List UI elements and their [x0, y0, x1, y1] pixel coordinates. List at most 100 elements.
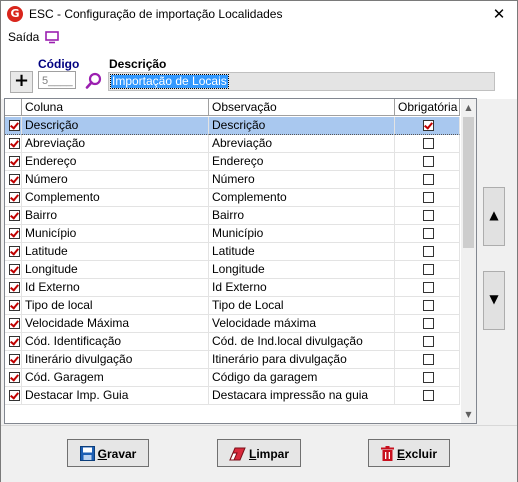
coluna-cell[interactable]: Velocidade Máxima	[22, 315, 209, 333]
row-include-checkbox[interactable]	[9, 192, 20, 203]
row-include-checkbox[interactable]	[9, 138, 20, 149]
table-row[interactable]: Tipo de local Tipo de Local	[5, 297, 460, 315]
coluna-cell[interactable]: Latitude	[22, 243, 209, 261]
observacao-cell[interactable]: Endereço	[209, 153, 395, 171]
row-include-checkbox[interactable]	[9, 354, 20, 365]
excluir-button[interactable]: Excluir	[368, 439, 450, 467]
coluna-cell[interactable]: Endereço	[22, 153, 209, 171]
obrigatoria-checkbox[interactable]	[423, 390, 434, 401]
obrigatoria-checkbox[interactable]	[423, 336, 434, 347]
table-row[interactable]: Latitude Latitude	[5, 243, 460, 261]
row-include-checkbox[interactable]	[9, 156, 20, 167]
obrigatoria-checkbox[interactable]	[423, 138, 434, 149]
observacao-cell[interactable]: Código da garagem	[209, 369, 395, 387]
row-include-checkbox[interactable]	[9, 282, 20, 293]
add-button[interactable]: +	[10, 71, 33, 93]
table-row[interactable]: Cód. Garagem Código da garagem	[5, 369, 460, 387]
observacao-cell[interactable]: Latitude	[209, 243, 395, 261]
table-row[interactable]: Id Externo Id Externo	[5, 279, 460, 297]
coluna-cell[interactable]: Cód. Garagem	[22, 369, 209, 387]
observacao-cell[interactable]: Descrição	[209, 117, 395, 135]
move-down-button[interactable]: ▼	[483, 271, 505, 330]
observacao-cell[interactable]: Cód. de Ind.local divulgação	[209, 333, 395, 351]
coluna-cell[interactable]: Id Externo	[22, 279, 209, 297]
observacao-cell[interactable]: Complemento	[209, 189, 395, 207]
scroll-thumb[interactable]	[463, 117, 474, 248]
coluna-cell[interactable]: Complemento	[22, 189, 209, 207]
row-include-checkbox[interactable]	[9, 246, 20, 257]
table-row[interactable]: Município Município	[5, 225, 460, 243]
coluna-cell[interactable]: Município	[22, 225, 209, 243]
row-include-checkbox[interactable]	[9, 210, 20, 221]
observacao-cell[interactable]: Velocidade máxima	[209, 315, 395, 333]
table-row[interactable]: Destacar Imp. Guia Destacara impressão na…	[5, 387, 460, 405]
table-row[interactable]: Descrição Descrição	[5, 117, 460, 135]
table-row[interactable]: Longitude Longitude	[5, 261, 460, 279]
obrigatoria-checkbox[interactable]	[423, 246, 434, 257]
gravar-label: Gravar	[98, 447, 137, 461]
menu-saida[interactable]: Saída	[8, 30, 39, 44]
table-row[interactable]: Complemento Complemento	[5, 189, 460, 207]
obrigatoria-checkbox[interactable]	[423, 228, 434, 239]
obrigatoria-checkbox[interactable]	[423, 318, 434, 329]
obrigatoria-checkbox[interactable]	[423, 300, 434, 311]
obrigatoria-checkbox[interactable]	[423, 282, 434, 293]
row-include-checkbox[interactable]	[9, 264, 20, 275]
row-include-checkbox[interactable]	[9, 174, 20, 185]
scroll-up-arrow-icon[interactable]: ▲	[461, 99, 476, 116]
coluna-cell[interactable]: Destacar Imp. Guia	[22, 387, 209, 405]
observacao-cell[interactable]: Abreviação	[209, 135, 395, 153]
search-icon[interactable]	[85, 72, 103, 90]
codigo-input[interactable]: 5____	[38, 71, 76, 89]
row-include-checkbox[interactable]	[9, 228, 20, 239]
row-include-checkbox[interactable]	[9, 372, 20, 383]
observacao-cell[interactable]: Bairro	[209, 207, 395, 225]
observacao-cell[interactable]: Número	[209, 171, 395, 189]
observacao-cell[interactable]: Longitude	[209, 261, 395, 279]
header-coluna[interactable]: Coluna	[22, 99, 209, 116]
coluna-cell[interactable]: Longitude	[22, 261, 209, 279]
table-row[interactable]: Itinerário divulgação Itinerário para div…	[5, 351, 460, 369]
close-button[interactable]: ✕	[481, 1, 517, 27]
obrigatoria-checkbox[interactable]	[423, 210, 434, 221]
table-row[interactable]: Bairro Bairro	[5, 207, 460, 225]
monitor-icon[interactable]	[45, 30, 59, 44]
obrigatoria-checkbox[interactable]	[423, 156, 434, 167]
gravar-button[interactable]: Gravar	[67, 439, 149, 467]
table-row[interactable]: Abreviação Abreviação	[5, 135, 460, 153]
scroll-down-arrow-icon[interactable]: ▼	[461, 406, 476, 423]
coluna-cell[interactable]: Número	[22, 171, 209, 189]
coluna-cell[interactable]: Abreviação	[22, 135, 209, 153]
descricao-input[interactable]: Importação de Locais	[108, 72, 495, 91]
table-row[interactable]: Velocidade Máxima Velocidade máxima	[5, 315, 460, 333]
table-row[interactable]: Número Número	[5, 171, 460, 189]
row-include-checkbox[interactable]	[9, 336, 20, 347]
vertical-scrollbar[interactable]: ▲ ▼	[461, 99, 476, 423]
header-observacao[interactable]: Observação	[209, 99, 395, 116]
coluna-cell[interactable]: Tipo de local	[22, 297, 209, 315]
coluna-cell[interactable]: Cód. Identificação	[22, 333, 209, 351]
observacao-cell[interactable]: Destacara impressão na guia	[209, 387, 395, 405]
header-obrigatoria[interactable]: Obrigatória	[395, 99, 460, 116]
coluna-cell[interactable]: Descrição	[22, 117, 209, 135]
observacao-cell[interactable]: Id Externo	[209, 279, 395, 297]
move-up-button[interactable]: ▲	[483, 187, 505, 246]
table-row[interactable]: Cód. Identificação Cód. de Ind.local divu…	[5, 333, 460, 351]
limpar-button[interactable]: Limpar	[217, 439, 301, 467]
obrigatoria-checkbox[interactable]	[423, 354, 434, 365]
row-include-checkbox[interactable]	[9, 120, 20, 131]
row-include-checkbox[interactable]	[9, 390, 20, 401]
table-row[interactable]: Endereço Endereço	[5, 153, 460, 171]
observacao-cell[interactable]: Tipo de Local	[209, 297, 395, 315]
obrigatoria-checkbox[interactable]	[423, 264, 434, 275]
coluna-cell[interactable]: Itinerário divulgação	[22, 351, 209, 369]
observacao-cell[interactable]: Itinerário para divulgação	[209, 351, 395, 369]
obrigatoria-checkbox[interactable]	[423, 372, 434, 383]
coluna-cell[interactable]: Bairro	[22, 207, 209, 225]
row-include-checkbox[interactable]	[9, 300, 20, 311]
obrigatoria-checkbox[interactable]	[423, 120, 434, 131]
obrigatoria-checkbox[interactable]	[423, 174, 434, 185]
row-include-checkbox[interactable]	[9, 318, 20, 329]
obrigatoria-checkbox[interactable]	[423, 192, 434, 203]
observacao-cell[interactable]: Município	[209, 225, 395, 243]
